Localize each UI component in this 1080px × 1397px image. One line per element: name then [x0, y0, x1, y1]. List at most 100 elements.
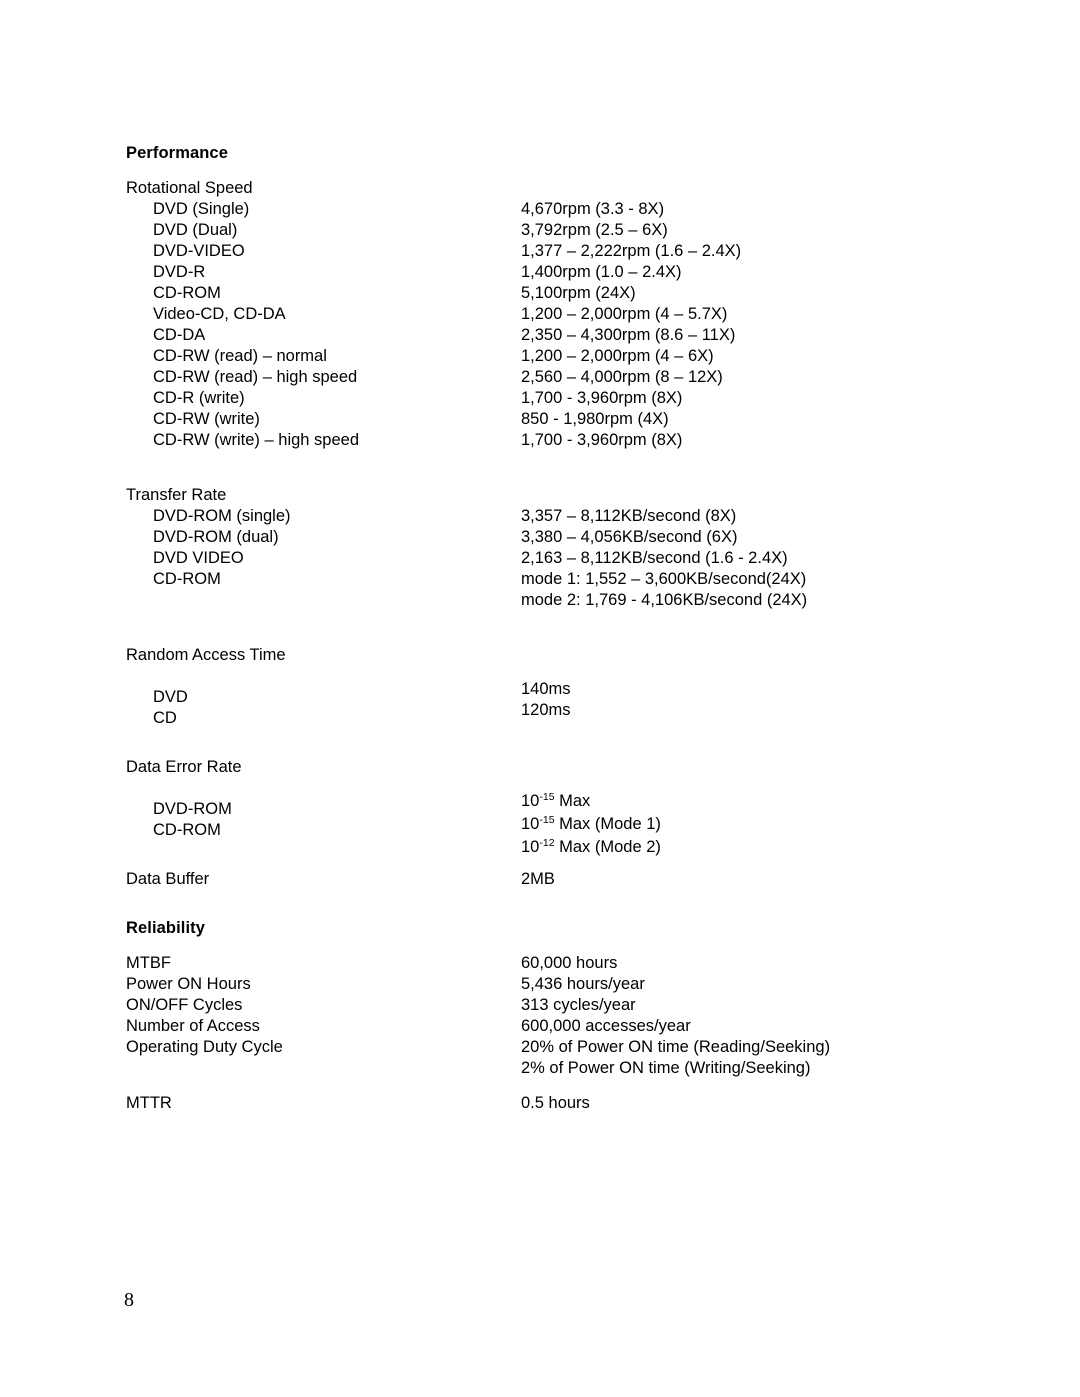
spec-value: mode 1: 1,552 – 3,600KB/second(24X): [521, 570, 807, 588]
spec-label: ON/OFF Cycles: [126, 996, 243, 1014]
spec-row: CD-RW (read) – normal 1,200 – 2,000rpm (…: [126, 346, 986, 367]
spec-value: 600,000 accesses/year: [521, 1017, 691, 1035]
spec-value: 4,670rpm (3.3 - 8X): [521, 200, 665, 218]
spec-value: 20% of Power ON time (Reading/Seeking): [521, 1038, 831, 1056]
spec-label: DVD-ROM: [153, 800, 232, 818]
document-page: Performance Rotational Speed DVD (Single…: [0, 0, 1080, 1397]
group-title-rotational-speed: Rotational Speed: [126, 179, 253, 197]
reliability-rows: MTBF 60,000 hours Power ON Hours 5,436 h…: [126, 953, 986, 1114]
spec-value: 1,700 - 3,960rpm (8X): [521, 389, 683, 407]
spec-label: CD-RW (read) – normal: [153, 347, 327, 365]
value-column: 10-15 Max 10-15 Max (Mode 1) 10-12 Max (…: [521, 791, 661, 860]
spec-row: DVD-ROM (single) 3,357 – 8,112KB/second …: [126, 506, 986, 527]
spec-value: 2,560 – 4,000rpm (8 – 12X): [521, 368, 723, 386]
spec-label: DVD (Single): [153, 200, 250, 218]
spec-label: DVD-R: [153, 263, 206, 281]
spec-row: CD-ROM 5,100rpm (24X): [126, 283, 986, 304]
spec-value: 5,100rpm (24X): [521, 284, 636, 302]
error-rate-exponent: -15: [539, 791, 555, 803]
spec-value: 3,792rpm (2.5 – 6X): [521, 221, 668, 239]
spec-row: DVD (Dual) 3,792rpm (2.5 – 6X): [126, 220, 986, 241]
spec-row: Video-CD, CD-DA 1,200 – 2,000rpm (4 – 5.…: [126, 304, 986, 325]
spec-label: CD: [153, 709, 177, 727]
section-heading-performance: Performance: [126, 144, 228, 162]
spec-row: CD-RW (write) 850 - 1,980rpm (4X): [126, 409, 986, 430]
spec-label: CD-ROM: [153, 284, 221, 302]
spec-row-continuation: 2% of Power ON time (Writing/Seeking): [126, 1058, 986, 1079]
rotational-speed-rows: DVD (Single) 4,670rpm (3.3 - 8X) DVD (Du…: [126, 199, 986, 451]
spec-value: 1,400rpm (1.0 – 2.4X): [521, 263, 682, 281]
spec-row: Number of Access 600,000 accesses/year: [126, 1016, 986, 1037]
spec-row: DVD (Single) 4,670rpm (3.3 - 8X): [126, 199, 986, 220]
spec-label: CD-DA: [153, 326, 206, 344]
spec-label: Number of Access: [126, 1017, 260, 1035]
spec-row: CD-DA 2,350 – 4,300rpm (8.6 – 11X): [126, 325, 986, 346]
spec-value: 1,200 – 2,000rpm (4 – 6X): [521, 347, 714, 365]
spec-label: MTTR: [126, 1094, 172, 1112]
spec-value: 120ms: [521, 701, 571, 719]
spec-row: MTTR 0.5 hours: [126, 1093, 986, 1114]
spec-value: 60,000 hours: [521, 954, 618, 972]
spec-label: DVD VIDEO: [153, 549, 244, 567]
error-rate-tail: Max: [554, 792, 591, 810]
spec-label: DVD-VIDEO: [153, 242, 245, 260]
spec-label: CD-RW (write) – high speed: [153, 431, 360, 449]
spec-label: DVD (Dual): [153, 221, 238, 239]
spec-value: 850 - 1,980rpm (4X): [521, 410, 669, 428]
spec-row: MTBF 60,000 hours: [126, 953, 986, 974]
spec-label: Video-CD, CD-DA: [153, 305, 286, 323]
spec-row: Power ON Hours 5,436 hours/year: [126, 974, 986, 995]
group-title-data-error-rate: Data Error Rate: [126, 758, 242, 776]
error-rate-base: 10: [521, 792, 540, 810]
error-rate-exponent: -15: [539, 814, 555, 826]
spec-row: DVD-ROM (dual) 3,380 – 4,056KB/second (6…: [126, 527, 986, 548]
spec-row: Operating Duty Cycle 20% of Power ON tim…: [126, 1037, 986, 1058]
spec-row-data-buffer: Data Buffer 2MB: [126, 869, 986, 890]
spec-value: 2% of Power ON time (Writing/Seeking): [521, 1059, 811, 1077]
spec-value: 1,377 – 2,222rpm (1.6 – 2.4X): [521, 242, 742, 260]
group-title-transfer-rate: Transfer Rate: [126, 486, 227, 504]
error-rate-tail: Max (Mode 2): [554, 838, 661, 856]
spec-row: CD-RW (read) – high speed 2,560 – 4,000r…: [126, 367, 986, 388]
spec-label: DVD: [153, 688, 188, 706]
error-rate-tail: Max (Mode 1): [554, 815, 661, 833]
error-rate-base: 10: [521, 838, 540, 856]
spec-row: CD-ROM mode 1: 1,552 – 3,600KB/second(24…: [126, 569, 986, 590]
section-heading-reliability: Reliability: [126, 919, 206, 937]
spec-label: CD-RW (read) – high speed: [153, 368, 358, 386]
spec-label: Power ON Hours: [126, 975, 251, 993]
spec-row: DVD-VIDEO 1,377 – 2,222rpm (1.6 – 2.4X): [126, 241, 986, 262]
data-error-rate-rows: DVD-ROM CD-ROM 10-15 Max 10-15 Max (Mode…: [126, 791, 986, 856]
spec-value: 313 cycles/year: [521, 996, 636, 1014]
spec-row: ON/OFF Cycles 313 cycles/year: [126, 995, 986, 1016]
spec-value: 3,380 – 4,056KB/second (6X): [521, 528, 738, 546]
specification-content: Performance Rotational Speed DVD (Single…: [126, 143, 986, 1114]
group-title-random-access-time: Random Access Time: [126, 646, 286, 664]
spec-label: CD-R (write): [153, 389, 245, 407]
spec-label: CD-ROM: [153, 821, 221, 839]
spec-row: DVD-R 1,400rpm (1.0 – 2.4X): [126, 262, 986, 283]
transfer-rate-rows: DVD-ROM (single) 3,357 – 8,112KB/second …: [126, 506, 986, 611]
spec-label: Data Buffer: [126, 870, 210, 888]
value-column: 140ms 120ms: [521, 679, 571, 721]
spec-label: MTBF: [126, 954, 171, 972]
spec-value: 3,357 – 8,112KB/second (8X): [521, 507, 737, 525]
spec-value: 0.5 hours: [521, 1094, 590, 1112]
spec-value: 2,350 – 4,300rpm (8.6 – 11X): [521, 326, 736, 344]
spec-label: CD-ROM: [153, 570, 221, 588]
spec-value: 1,700 - 3,960rpm (8X): [521, 431, 683, 449]
spec-value: 2MB: [521, 870, 555, 888]
spec-value: mode 2: 1,769 - 4,106KB/second (24X): [521, 591, 808, 609]
spec-row: CD-R (write) 1,700 - 3,960rpm (8X): [126, 388, 986, 409]
error-rate-base: 10: [521, 815, 540, 833]
spec-value: 140ms: [521, 680, 571, 698]
spec-value: 2,163 – 8,112KB/second (1.6 - 2.4X): [521, 549, 788, 567]
spec-value: 1,200 – 2,000rpm (4 – 5.7X): [521, 305, 728, 323]
